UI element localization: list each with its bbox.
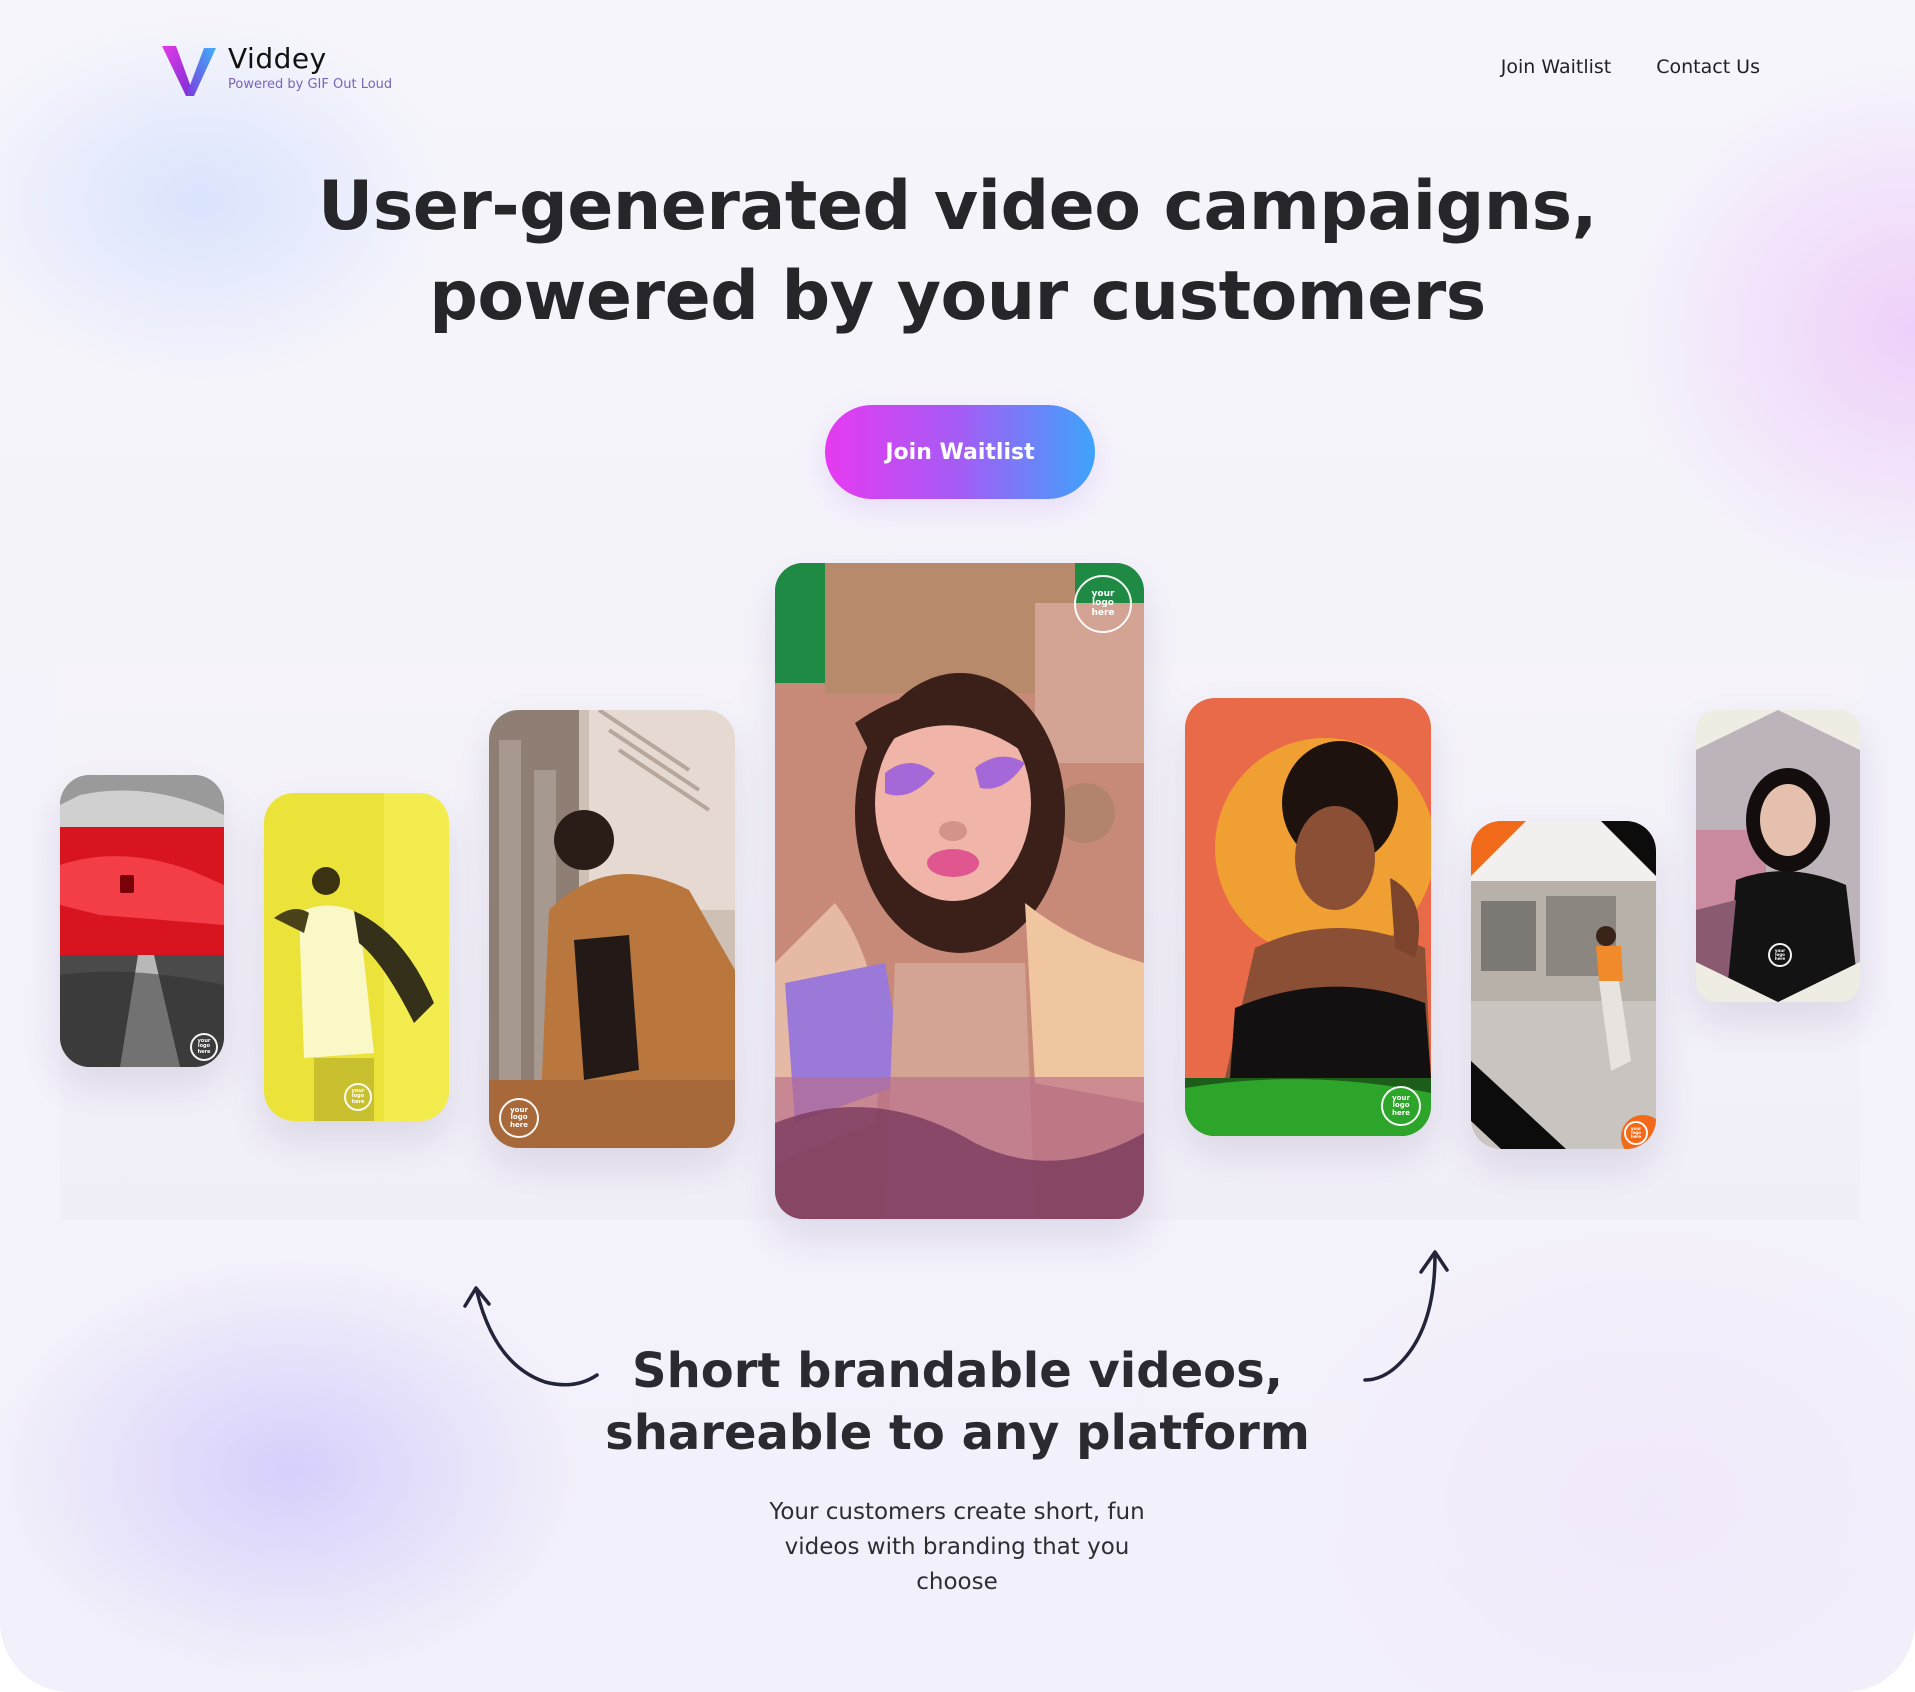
video-thumbnail <box>1471 821 1656 1149</box>
your-logo-badge: your logo here <box>1074 575 1132 633</box>
video-card-2[interactable]: your logo here <box>264 793 449 1121</box>
nav-contact-us-link[interactable]: Contact Us <box>1656 56 1760 78</box>
join-waitlist-button[interactable]: Join Waitlist <box>825 405 1095 499</box>
hero-title-line1: User-generated video campaigns, <box>318 167 1597 246</box>
your-logo-badge: your logo here <box>344 1083 372 1111</box>
page-background: Viddey Powered by GIF Out Loud Join Wait… <box>0 0 1915 1692</box>
hero-title-line2: powered by your customers <box>429 257 1486 336</box>
your-logo-badge: your logo here <box>190 1033 218 1061</box>
your-logo-badge: your logo here <box>499 1098 539 1138</box>
video-card-5[interactable]: your logo here <box>1185 698 1431 1136</box>
video-card-7[interactable]: your logo here <box>1696 710 1860 1002</box>
video-thumbnail <box>489 710 735 1148</box>
video-card-1[interactable]: your logo here <box>60 775 224 1067</box>
video-card-6[interactable]: your logo here <box>1471 821 1656 1149</box>
video-thumbnail <box>60 775 224 1067</box>
feature-title-line1: Short brandable videos, <box>632 1343 1283 1399</box>
feature-title-line2: shareable to any platform <box>605 1405 1310 1461</box>
feature-description: Your customers create short, fun videos … <box>769 1499 1145 1595</box>
hero-title: User-generated video campaigns, powered … <box>0 162 1915 342</box>
brand-tagline: Powered by GIF Out Loud <box>228 77 393 92</box>
brand-logo[interactable]: Viddey Powered by GIF Out Loud <box>160 42 392 98</box>
your-logo-badge: your logo here <box>1381 1086 1421 1126</box>
your-logo-badge: your logo here <box>1624 1121 1648 1145</box>
video-thumbnail <box>264 793 449 1121</box>
top-nav: Join Waitlist Contact Us <box>1501 56 1760 78</box>
viddey-logo-icon <box>162 46 216 96</box>
video-card-3[interactable]: your logo here <box>489 710 735 1148</box>
nav-join-waitlist-link[interactable]: Join Waitlist <box>1501 56 1611 78</box>
video-card-featured[interactable]: your logo here <box>775 563 1144 1219</box>
your-logo-badge: your logo here <box>1768 943 1792 967</box>
video-thumbnail <box>1185 698 1431 1136</box>
video-thumbnail <box>775 563 1144 1219</box>
brand-name: Viddey <box>228 42 327 75</box>
feature-title: Short brandable videos, shareable to any… <box>0 1340 1915 1464</box>
